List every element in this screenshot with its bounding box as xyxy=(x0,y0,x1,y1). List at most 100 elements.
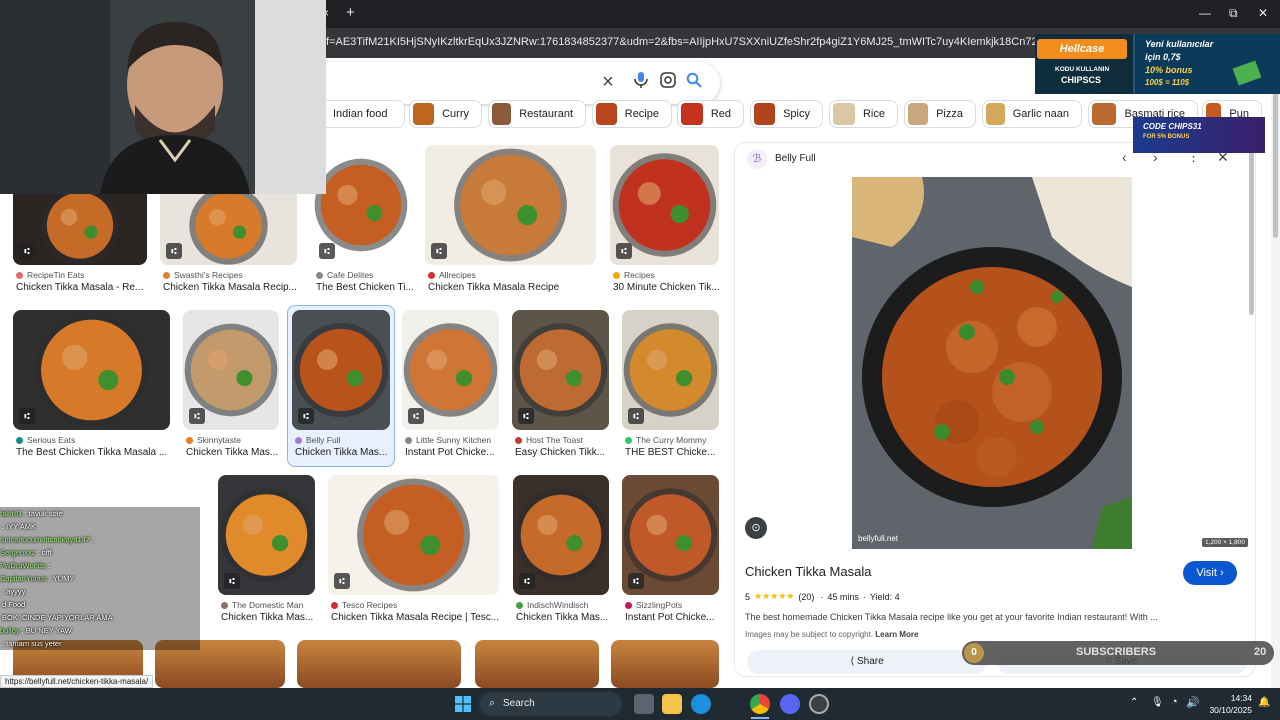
result-title[interactable]: The Best Chicken Ti... xyxy=(316,282,418,293)
visit-button[interactable]: Visit › xyxy=(1183,561,1237,585)
result-thumbnail[interactable] xyxy=(297,640,461,688)
result-thumbnail[interactable] xyxy=(475,640,599,688)
url-text[interactable]: f=AE3TifM21KI5HjSNyIKzltkrEqUx3JZNRw:176… xyxy=(326,36,1036,48)
result-thumbnail[interactable]: ⑆ xyxy=(183,310,279,430)
learn-more-link[interactable]: Learn More xyxy=(875,630,918,639)
result-thumbnail[interactable]: ⑆ xyxy=(218,475,315,595)
ad-code: CHIPSCS xyxy=(1061,75,1102,85)
chat-username: bulloy xyxy=(0,626,20,635)
result-title[interactable]: 30 Minute Chicken Tik... xyxy=(613,282,728,293)
preview-image[interactable]: bellyfull.net xyxy=(852,177,1132,549)
result-source[interactable]: The Domestic Man xyxy=(221,600,303,610)
result-source[interactable]: Tesco Recipes xyxy=(331,600,397,610)
maximize-button[interactable]: ⧉ xyxy=(1229,6,1238,21)
result-title[interactable]: Chicken Tikka Mas... xyxy=(186,447,288,458)
result-title[interactable]: Chicken Tikka Masala - Re... xyxy=(16,282,156,293)
search-icon[interactable] xyxy=(684,72,704,92)
result-title[interactable]: Chicken Tikka Mas... xyxy=(295,447,399,458)
result-thumbnail[interactable]: ⑆ xyxy=(513,475,609,595)
taskbar-search[interactable]: ⌕ Search xyxy=(479,692,622,716)
filter-chips: Indian food Curry Restaurant Recipe Red … xyxy=(316,100,1266,130)
chrome-icon[interactable] xyxy=(750,694,770,714)
result-title[interactable]: THE BEST Chicke... xyxy=(625,447,728,458)
result-source[interactable]: Serious Eats xyxy=(16,435,75,445)
result-title[interactable]: The Best Chicken Tikka Masala ... xyxy=(16,447,179,458)
microphone-icon[interactable]: 🎙 xyxy=(1151,697,1164,708)
chat-text: d Food xyxy=(2,600,26,609)
result-source[interactable]: Cafe Delites xyxy=(316,270,373,280)
share-button[interactable]: ⟨ Share xyxy=(747,650,987,674)
result-source[interactable]: Allrecipes xyxy=(428,270,476,280)
source-favicon-icon xyxy=(221,601,228,609)
result-title[interactable]: Chicken Tikka Mas... xyxy=(221,612,324,623)
app-icon[interactable] xyxy=(809,694,829,714)
result-title[interactable]: Chicken Tikka Mas... xyxy=(516,612,618,623)
result-thumbnail[interactable]: ⑆ xyxy=(610,145,719,265)
result-source[interactable]: Swasthi's Recipes xyxy=(163,270,243,280)
discord-icon[interactable] xyxy=(780,694,800,714)
chip-curry[interactable]: Curry xyxy=(409,100,482,128)
result-source[interactable]: Belly Full xyxy=(295,435,340,445)
speaker-icon[interactable]: 🔊 xyxy=(1186,696,1200,709)
task-view-icon[interactable] xyxy=(634,694,654,714)
result-title[interactable]: Easy Chicken Tikk... xyxy=(515,447,618,458)
result-source[interactable]: SizzlingPots xyxy=(625,600,682,610)
result-title[interactable]: Chicken Tikka Masala Recip... xyxy=(163,282,306,293)
result-thumbnail[interactable]: ⑆ xyxy=(313,145,409,265)
chip-red[interactable]: Red xyxy=(677,100,744,128)
review-count: (20) xyxy=(798,591,815,602)
new-tab-button[interactable]: + xyxy=(346,4,355,21)
clock[interactable]: 14:34 30/10/2025 xyxy=(1200,692,1252,716)
result-source[interactable]: Skinnytaste xyxy=(186,435,241,445)
result-source[interactable]: Recipes xyxy=(613,270,655,280)
source-name: RecipeTin Eats xyxy=(27,270,85,280)
result-thumbnail[interactable]: ⑆ xyxy=(328,475,499,595)
result-thumbnail[interactable]: ⑆ xyxy=(622,310,719,430)
result-thumbnail[interactable]: ⑆ xyxy=(13,186,147,265)
preview-title[interactable]: Chicken Tikka Masala xyxy=(745,564,871,579)
window-close-button[interactable]: ✕ xyxy=(1258,6,1268,20)
result-source[interactable]: RecipeTin Eats xyxy=(16,270,84,280)
result-thumbnail[interactable]: ⑆ xyxy=(292,310,390,430)
chip-garlic-naan[interactable]: Garlic naan xyxy=(982,100,1082,128)
result-thumbnail[interactable] xyxy=(611,640,719,688)
edge-icon[interactable] xyxy=(691,694,711,714)
chip-indian-food[interactable]: Indian food xyxy=(316,100,405,128)
chip-spicy[interactable]: Spicy xyxy=(750,100,823,128)
prev-result-icon[interactable]: ‹ xyxy=(1122,149,1127,165)
result-thumbnail[interactable]: ⑆ xyxy=(425,145,596,265)
lens-icon[interactable] xyxy=(658,72,678,92)
lens-search-icon[interactable]: ⊙ xyxy=(745,517,767,539)
result-title[interactable]: Chicken Tikka Masala Recipe xyxy=(428,282,605,293)
chip-restaurant[interactable]: Restaurant xyxy=(488,100,586,128)
clear-search-button[interactable]: × xyxy=(598,72,618,92)
search-input[interactable]: × xyxy=(300,62,720,104)
chip-recipe[interactable]: Recipe xyxy=(592,100,672,128)
result-title[interactable]: Instant Pot Chicke... xyxy=(405,447,508,458)
wifi-icon[interactable]: ◔ xyxy=(1171,696,1178,708)
mic-icon[interactable] xyxy=(631,72,651,92)
result-source[interactable]: Little Sunny Kitchen xyxy=(405,435,491,445)
chip-pizza[interactable]: Pizza xyxy=(904,100,976,128)
windows-start-icon[interactable] xyxy=(455,696,471,712)
result-source[interactable]: The Curry Mommy xyxy=(625,435,706,445)
preview-site-name[interactable]: Belly Full xyxy=(775,153,816,164)
result-title[interactable]: Chicken Tikka Masala Recipe | Tesc... xyxy=(331,612,508,623)
notification-icon[interactable]: 🔔 xyxy=(1258,697,1270,708)
page-scrollbar[interactable] xyxy=(1271,58,1280,688)
result-thumbnail[interactable]: ⑆ xyxy=(160,186,297,265)
result-source[interactable]: IndischWindisch xyxy=(516,600,588,610)
result-thumbnail[interactable]: ⑆ xyxy=(402,310,499,430)
result-thumbnail[interactable]: ⑆ xyxy=(13,310,170,430)
chip-rice[interactable]: Rice xyxy=(829,100,898,128)
tray-chevron-icon[interactable]: ⌃ xyxy=(1130,697,1138,708)
result-title[interactable]: Instant Pot Chicke... xyxy=(625,612,728,623)
file-explorer-icon[interactable] xyxy=(662,694,682,714)
result-thumbnail[interactable]: ⑆ xyxy=(622,475,719,595)
minimize-button[interactable]: — xyxy=(1199,6,1211,20)
source-favicon-icon xyxy=(295,436,302,444)
result-source[interactable]: Host The Toast xyxy=(515,435,583,445)
result-thumbnail[interactable]: ⑆ xyxy=(512,310,609,430)
preview-scrollbar[interactable] xyxy=(1249,150,1254,315)
recipe-badge-icon: ⑆ xyxy=(19,243,35,259)
